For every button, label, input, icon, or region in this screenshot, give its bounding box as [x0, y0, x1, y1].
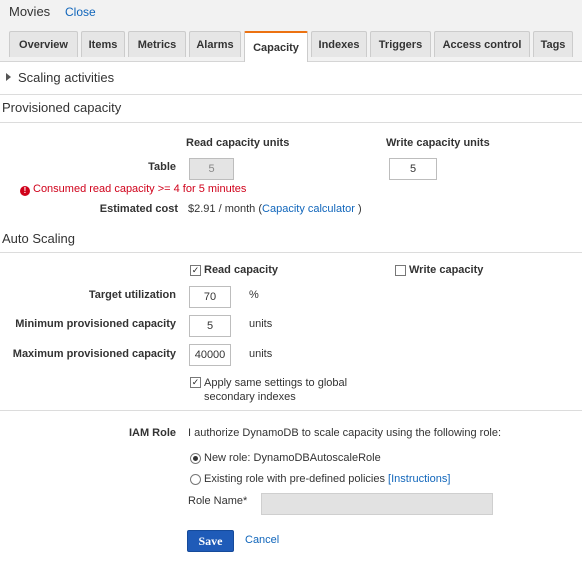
- tab-access-control[interactable]: Access control: [434, 31, 530, 57]
- iam-role-label: IAM Role: [128, 427, 176, 439]
- existing-role-radio[interactable]: [190, 474, 201, 485]
- apply-gsi-label-line2: secondary indexes: [204, 391, 296, 403]
- read-capacity-checkbox-label: Read capacity: [204, 264, 278, 276]
- tab-items[interactable]: Items: [81, 31, 125, 57]
- new-role-radio[interactable]: [190, 453, 201, 464]
- save-button[interactable]: Save: [187, 530, 234, 552]
- existing-role-label: Existing role with pre-defined policies …: [204, 473, 450, 485]
- cancel-link[interactable]: Cancel: [245, 534, 279, 546]
- role-name-label: Role Name*: [188, 495, 248, 507]
- read-capacity-units-header: Read capacity units: [186, 137, 290, 149]
- chevron-right-icon: [6, 73, 11, 81]
- apply-gsi-checkbox[interactable]: [190, 377, 201, 388]
- tab-indexes[interactable]: Indexes: [311, 31, 367, 57]
- estimated-cost-value: $2.91 / month (Capacity calculator ): [188, 203, 362, 215]
- divider: [0, 122, 582, 123]
- target-utilization-label: Target utilization: [88, 289, 176, 301]
- divider: [0, 94, 582, 95]
- instructions-link[interactable]: [Instructions]: [388, 473, 450, 485]
- divider: [0, 410, 582, 411]
- provisioned-capacity-heading: Provisioned capacity: [2, 100, 122, 115]
- table-title: Movies: [9, 4, 51, 19]
- role-name-input: [261, 493, 493, 515]
- consumed-capacity-error: ! Consumed read capacity >= 4 for 5 minut…: [20, 183, 246, 196]
- read-capacity-checkbox[interactable]: [190, 265, 201, 276]
- max-capacity-label: Maximum provisioned capacity: [12, 348, 176, 360]
- apply-gsi-label: Apply same settings to global secondary …: [204, 376, 347, 404]
- max-capacity-input[interactable]: 40000: [189, 344, 231, 366]
- target-utilization-input[interactable]: 70: [189, 286, 231, 308]
- cost-close-paren: ): [358, 203, 362, 215]
- iam-role-description: I authorize DynamoDB to scale capacity u…: [188, 427, 502, 439]
- tab-alarms[interactable]: Alarms: [189, 31, 241, 57]
- scaling-activities-toggle[interactable]: Scaling activities: [6, 70, 114, 85]
- table-row-label: Table: [148, 161, 176, 173]
- new-role-label: New role: DynamoDBAutoscaleRole: [204, 452, 381, 464]
- tab-tags[interactable]: Tags: [533, 31, 573, 57]
- min-capacity-input[interactable]: 5: [189, 315, 231, 337]
- write-capacity-input[interactable]: 5: [389, 158, 437, 180]
- read-capacity-input: 5: [189, 158, 234, 180]
- write-capacity-checkbox-label: Write capacity: [409, 264, 484, 276]
- existing-role-text: Existing role with pre-defined policies: [204, 473, 385, 485]
- auto-scaling-heading: Auto Scaling: [2, 231, 75, 246]
- tab-triggers[interactable]: Triggers: [370, 31, 431, 57]
- scaling-activities-label: Scaling activities: [18, 70, 115, 85]
- write-capacity-checkbox[interactable]: [395, 265, 406, 276]
- error-text: Consumed read capacity >= 4 for 5 minute…: [33, 183, 247, 195]
- close-link[interactable]: Close: [65, 5, 96, 19]
- error-icon: !: [20, 186, 30, 196]
- max-capacity-unit: units: [249, 348, 273, 360]
- tab-metrics[interactable]: Metrics: [128, 31, 186, 57]
- cost-amount: $2.91 / month: [188, 203, 256, 215]
- capacity-calculator-link[interactable]: Capacity calculator: [262, 203, 355, 215]
- min-capacity-label: Minimum provisioned capacity: [15, 318, 176, 330]
- divider: [0, 252, 582, 253]
- write-capacity-units-header: Write capacity units: [386, 137, 490, 149]
- estimated-cost-label: Estimated cost: [99, 203, 178, 215]
- apply-gsi-label-line1: Apply same settings to global: [204, 377, 348, 389]
- tab-capacity[interactable]: Capacity: [244, 31, 308, 62]
- tab-overview[interactable]: Overview: [9, 31, 78, 57]
- percent-unit: %: [249, 289, 259, 301]
- min-capacity-unit: units: [249, 318, 273, 330]
